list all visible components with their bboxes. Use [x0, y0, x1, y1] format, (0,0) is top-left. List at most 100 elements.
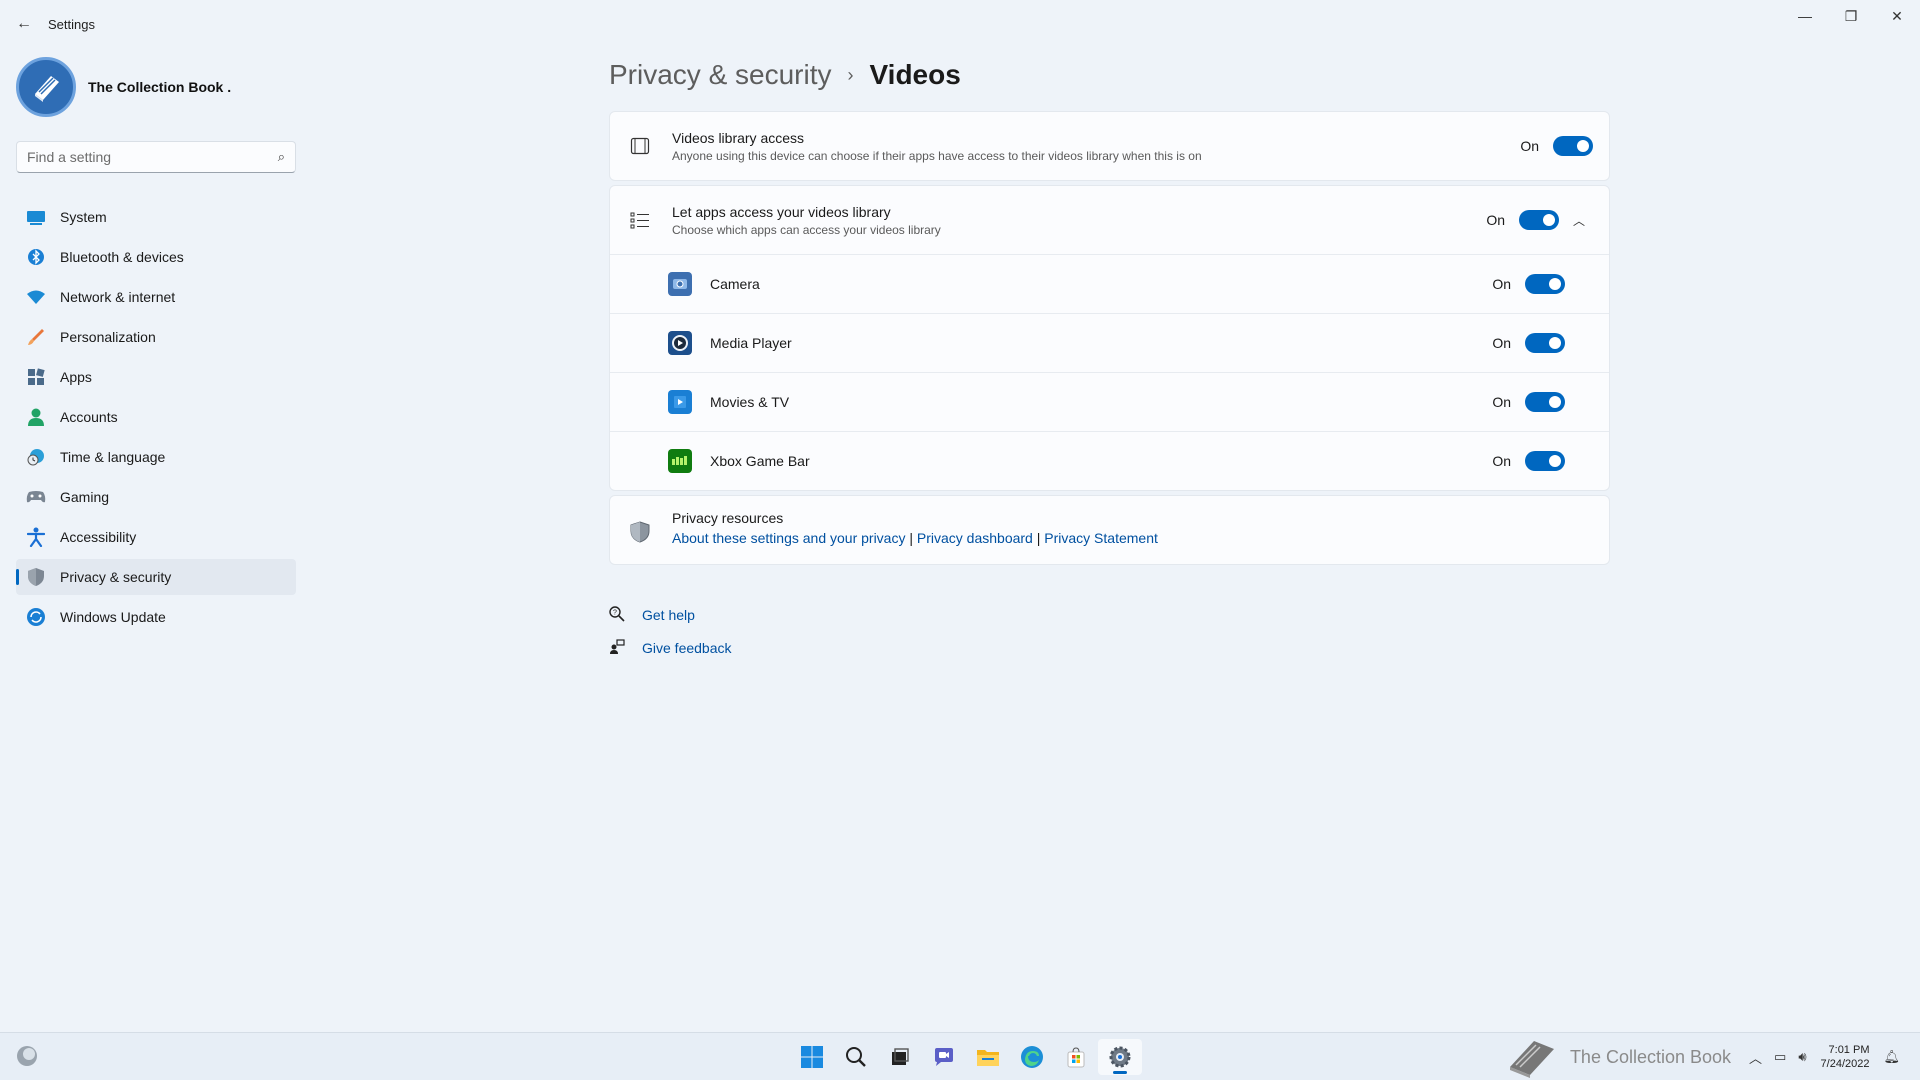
- start-button[interactable]: [790, 1039, 834, 1075]
- breadcrumb-parent[interactable]: Privacy & security: [609, 59, 832, 91]
- movies-tv-toggle[interactable]: [1525, 392, 1565, 412]
- link-separator: |: [909, 530, 913, 546]
- clock[interactable]: 7:01 PM 7/24/2022: [1821, 1043, 1870, 1071]
- videos-library-access-row: Videos library access Anyone using this …: [610, 112, 1609, 180]
- chevron-up-icon: ︿: [1572, 213, 1585, 228]
- privacy-resources-title: Privacy resources: [672, 510, 784, 526]
- edge-button[interactable]: [1010, 1039, 1054, 1075]
- profile-name: The Collection Book .: [88, 79, 232, 95]
- bluetooth-icon: [26, 247, 46, 267]
- camera-toggle[interactable]: [1525, 274, 1565, 294]
- sidebar-item-label: System: [60, 209, 107, 225]
- film-icon: [626, 132, 654, 160]
- app-name: Media Player: [710, 335, 792, 351]
- search-box[interactable]: ⌕: [16, 141, 296, 173]
- sidebar-item-accessibility[interactable]: Accessibility: [16, 519, 296, 555]
- search-icon[interactable]: ⌕: [278, 149, 285, 165]
- collapse-button[interactable]: ︿: [1559, 212, 1599, 229]
- sidebar-item-label: Bluetooth & devices: [60, 249, 184, 265]
- toggle-state-label: On: [1486, 212, 1505, 228]
- sidebar-item-gaming[interactable]: Gaming: [16, 479, 296, 515]
- minimize-icon: —: [1798, 8, 1812, 24]
- videos-library-access-card: Videos library access Anyone using this …: [609, 111, 1610, 181]
- clock-globe-icon: [26, 447, 46, 467]
- privacy-statement-link[interactable]: Privacy Statement: [1044, 530, 1158, 546]
- taskbar-search-button[interactable]: [834, 1039, 878, 1075]
- give-feedback-item[interactable]: Give feedback: [609, 636, 1611, 660]
- sidebar-item-personalization[interactable]: Personalization: [16, 319, 296, 355]
- shield-icon: [626, 518, 654, 546]
- get-help-link[interactable]: Get help: [642, 607, 695, 623]
- apps-access-toggle[interactable]: [1519, 210, 1559, 230]
- book-icon: [35, 76, 59, 102]
- media-player-app-icon: [668, 331, 692, 355]
- setting-description: Choose which apps can access your videos…: [672, 222, 941, 237]
- watermark-text: The Collection Book: [1569, 1046, 1732, 1067]
- about-privacy-link[interactable]: About these settings and your privacy: [672, 530, 905, 546]
- file-explorer-button[interactable]: [966, 1039, 1010, 1075]
- apps-access-row: Let apps access your videos library Choo…: [610, 186, 1609, 254]
- setting-title: Let apps access your videos library: [672, 203, 891, 220]
- sidebar-item-accounts[interactable]: Accounts: [16, 399, 296, 435]
- sidebar-item-network[interactable]: Network & internet: [16, 279, 296, 315]
- accounts-icon: [26, 407, 46, 427]
- time-text: 7:01 PM: [1828, 1044, 1870, 1056]
- xbox-game-bar-toggle[interactable]: [1525, 451, 1565, 471]
- widgets-button[interactable]: [16, 1045, 38, 1072]
- volume-icon[interactable]: 🔊︎: [1798, 1049, 1806, 1065]
- task-view-button[interactable]: [878, 1039, 922, 1075]
- page-title: Videos: [869, 59, 961, 90]
- widgets-icon: [17, 1046, 37, 1066]
- privacy-dashboard-link[interactable]: Privacy dashboard: [917, 530, 1033, 546]
- notification-icon[interactable]: 🔔︎: [1883, 1049, 1900, 1065]
- back-button[interactable]: ←: [0, 0, 48, 48]
- chat-button[interactable]: [922, 1039, 966, 1075]
- sidebar-item-system[interactable]: System: [16, 199, 296, 235]
- help-icon: ?: [609, 605, 627, 625]
- sidebar-item-time-language[interactable]: Time & language: [16, 439, 296, 475]
- give-feedback-link[interactable]: Give feedback: [642, 640, 732, 656]
- minimize-button[interactable]: —: [1782, 0, 1828, 32]
- search-input[interactable]: [27, 149, 278, 165]
- task-view-icon: [892, 1048, 909, 1065]
- media-player-toggle[interactable]: [1525, 333, 1565, 353]
- restore-button[interactable]: ❐: [1828, 0, 1874, 32]
- sidebar-item-label: Accounts: [60, 409, 118, 425]
- sidebar: The Collection Book . ⌕ System Bluetooth…: [16, 55, 296, 639]
- controller-icon: [26, 487, 46, 507]
- get-help-item[interactable]: ? Get help: [609, 603, 1611, 627]
- date-text: 7/24/2022: [1820, 1058, 1870, 1070]
- videos-library-access-toggle[interactable]: [1553, 136, 1593, 156]
- xbox-game-bar-app-icon: [668, 449, 692, 473]
- brush-icon: [26, 327, 46, 347]
- settings-taskbar-button[interactable]: [1098, 1039, 1142, 1075]
- sidebar-item-apps[interactable]: Apps: [16, 359, 296, 395]
- chevron-right-icon: ›: [847, 64, 854, 85]
- toggle-state-label: On: [1520, 138, 1539, 154]
- sidebar-item-label: Apps: [60, 369, 92, 385]
- profile[interactable]: The Collection Book .: [16, 55, 296, 119]
- restore-icon: ❐: [1844, 7, 1858, 24]
- back-arrow-icon: ←: [16, 15, 32, 32]
- close-button[interactable]: ✕: [1874, 0, 1920, 32]
- store-button[interactable]: [1054, 1039, 1098, 1075]
- accessibility-icon: [26, 527, 46, 547]
- display-icon[interactable]: ▭: [1774, 1049, 1786, 1065]
- sidebar-item-windows-update[interactable]: Windows Update: [16, 599, 296, 635]
- app-row-camera: Camera On: [610, 254, 1609, 313]
- edge-icon: [1021, 1046, 1043, 1068]
- apps-access-card: Let apps access your videos library Choo…: [609, 185, 1610, 491]
- help-section: ? Get help Give feedback: [609, 603, 1611, 660]
- apps-icon: [26, 367, 46, 387]
- chevron-up-icon[interactable]: ︿: [1749, 1048, 1762, 1067]
- sidebar-item-bluetooth[interactable]: Bluetooth & devices: [16, 239, 296, 275]
- sidebar-item-privacy-security[interactable]: Privacy & security: [16, 559, 296, 595]
- taskbar: The Collection Book ︿ ▭ 🔊︎ 7:01 PM 7/24/…: [0, 1032, 1920, 1080]
- search-icon: [846, 1047, 866, 1067]
- app-name: Xbox Game Bar: [710, 453, 810, 469]
- system-icon: [26, 207, 46, 227]
- app-row-xbox-game-bar: Xbox Game Bar On: [610, 431, 1609, 490]
- close-icon: ✕: [1891, 7, 1903, 24]
- watermark: The Collection Book: [1504, 1035, 1731, 1079]
- avatar: [16, 57, 76, 117]
